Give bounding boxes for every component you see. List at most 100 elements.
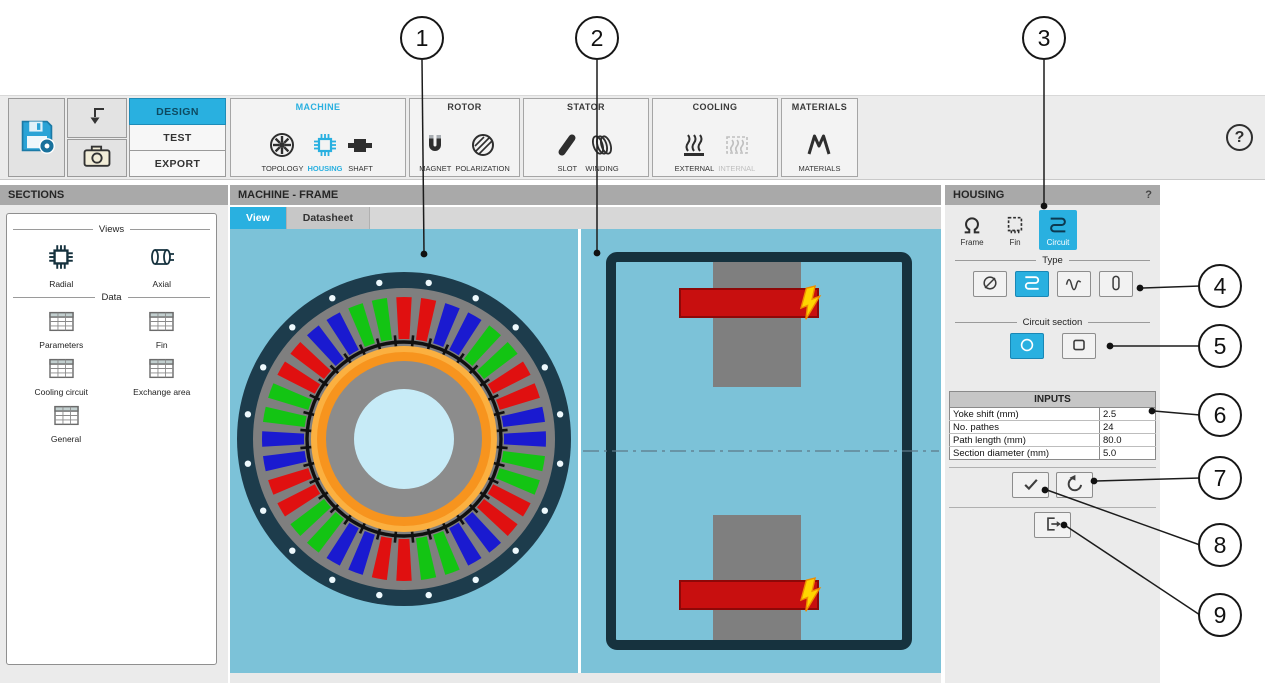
export-circuit-button[interactable] [1034, 512, 1071, 538]
housing-label: HOUSING [307, 164, 343, 173]
parameters-button[interactable]: Parameters [14, 310, 108, 350]
axial-view-icon [147, 242, 177, 275]
sections-card: Views Radial Axial Data Parameters Fin C… [6, 213, 217, 665]
parameters-label: Parameters [39, 340, 84, 350]
ribbon-group-machine: MACHINE TOPOLOGY HOUSING SHAFT [230, 98, 406, 177]
magnet-icon [421, 131, 449, 162]
shaft-label: SHAFT [348, 164, 373, 173]
table-icon [148, 357, 175, 383]
input-value-section-diameter[interactable]: 5.0 [1099, 446, 1156, 460]
external-cooling-button[interactable]: EXTERNAL [675, 131, 714, 173]
tab-test[interactable]: TEST [129, 125, 226, 151]
slot-icon [553, 131, 581, 162]
apply-button[interactable] [1012, 472, 1049, 498]
inputs-table-title: INPUTS [949, 391, 1156, 408]
axial-view-button[interactable]: Axial [115, 242, 209, 289]
magnet-button[interactable]: MAGNET [419, 131, 451, 173]
ribbon-group-cooling: COOLING EXTERNAL INTERNAL [652, 98, 778, 177]
table-icon [48, 310, 75, 336]
circuit-tab-label: Circuit [1046, 237, 1070, 247]
screenshot-button[interactable] [67, 139, 127, 177]
type-wave-button[interactable] [1056, 271, 1091, 297]
magnet-label: MAGNET [419, 164, 452, 173]
circuit-tab[interactable]: Circuit [1039, 210, 1077, 250]
mode-tab-bar: DESIGN TEST EXPORT [129, 98, 226, 177]
frame-tab[interactable]: Frame [953, 210, 991, 250]
data-legend-label: Data [101, 292, 122, 303]
load-button[interactable] [67, 98, 127, 138]
general-button[interactable]: General [19, 404, 113, 444]
input-label-section-diameter: Section diameter (mm) [953, 447, 1050, 459]
circuit-section-legend-label: Circuit section [1022, 317, 1083, 328]
serpentine-circuit-icon [1022, 273, 1042, 296]
exchange-area-label: Exchange area [133, 387, 191, 397]
shaft-button[interactable]: SHAFT [346, 131, 374, 173]
axial-duct-icon [1106, 273, 1126, 296]
tab-export[interactable]: EXPORT [129, 151, 226, 177]
tab-design[interactable]: DESIGN [129, 98, 226, 125]
export-icon [1043, 514, 1063, 537]
slot-button[interactable]: SLOT [553, 131, 581, 173]
radial-view-button[interactable]: Radial [14, 242, 108, 289]
radial-view-canvas[interactable] [230, 229, 578, 673]
undo-icon [1065, 474, 1085, 497]
topology-label: TOPOLOGY [261, 164, 304, 173]
type-legend: Type [955, 255, 1150, 266]
housing-panel: Frame Fin Circuit Type Circuit section I… [945, 205, 1160, 683]
export-button-row [945, 512, 1160, 538]
housing-tab-bar: Frame Fin Circuit [953, 210, 1077, 250]
save-icon [17, 116, 57, 159]
cooling-circuit-label: Cooling circuit [34, 387, 88, 397]
circle-section-icon [1017, 335, 1037, 358]
topology-button[interactable]: TOPOLOGY [261, 131, 304, 173]
cooling-circuit-button[interactable]: Cooling circuit [14, 357, 108, 397]
main-toolbar: DESIGN TEST EXPORT MACHINE TOPOLOGY HOUS… [0, 95, 1265, 180]
axial-view-label: Axial [152, 279, 171, 289]
input-value-path-length[interactable]: 80.0 [1099, 433, 1156, 447]
shaft-icon [346, 131, 374, 162]
input-value-yoke-shift[interactable]: 2.5 [1099, 407, 1156, 421]
group-materials-title: MATERIALS [791, 102, 848, 112]
type-axial-duct-button[interactable] [1098, 271, 1133, 297]
external-cooling-icon [680, 131, 708, 162]
input-value-no-pathes[interactable]: 24 [1099, 420, 1156, 434]
table-row: Section diameter (mm) 5.0 [950, 446, 1156, 460]
type-serpentine-button[interactable] [1014, 271, 1049, 297]
callout-4: 4 [1198, 264, 1242, 308]
table-icon [53, 404, 80, 430]
type-legend-label: Type [1042, 255, 1063, 266]
data-legend: Data [13, 292, 210, 303]
section-circle-button[interactable] [1009, 333, 1044, 359]
winding-button[interactable]: WINDING [585, 131, 619, 173]
reset-button[interactable] [1056, 472, 1093, 498]
radial-view-icon [46, 242, 76, 275]
housing-help-button[interactable]: ? [1145, 189, 1152, 201]
fin-tab[interactable]: Fin [996, 210, 1034, 250]
group-stator-title: STATOR [567, 102, 605, 112]
view-footer-strip [230, 673, 941, 683]
radial-machine-drawing [237, 272, 571, 606]
type-none-button[interactable] [972, 271, 1007, 297]
fin-icon [1004, 214, 1026, 236]
callout-2: 2 [575, 16, 619, 60]
ribbon-group-materials: MATERIALS MATERIALS [781, 98, 858, 177]
topology-icon [268, 131, 296, 162]
callout-5: 5 [1198, 324, 1242, 368]
slot-label: SLOT [557, 164, 578, 173]
fin-data-label: Fin [155, 340, 168, 350]
internal-cooling-icon [723, 131, 751, 162]
polarization-button[interactable]: POLARIZATION [455, 131, 510, 173]
axial-view-canvas[interactable] [581, 229, 941, 673]
fin-data-button[interactable]: Fin [115, 310, 209, 350]
table-icon [48, 357, 75, 383]
help-button[interactable]: ? [1226, 124, 1253, 151]
circuit-section-options [945, 333, 1160, 359]
materials-button[interactable]: MATERIALS [799, 131, 840, 173]
exchange-area-button[interactable]: Exchange area [115, 357, 209, 397]
tab-view[interactable]: View [230, 207, 287, 229]
section-square-button[interactable] [1061, 333, 1096, 359]
callout-6: 6 [1198, 393, 1242, 437]
housing-button[interactable]: HOUSING [307, 131, 342, 173]
tab-datasheet[interactable]: Datasheet [286, 207, 370, 229]
save-button[interactable] [8, 98, 65, 177]
